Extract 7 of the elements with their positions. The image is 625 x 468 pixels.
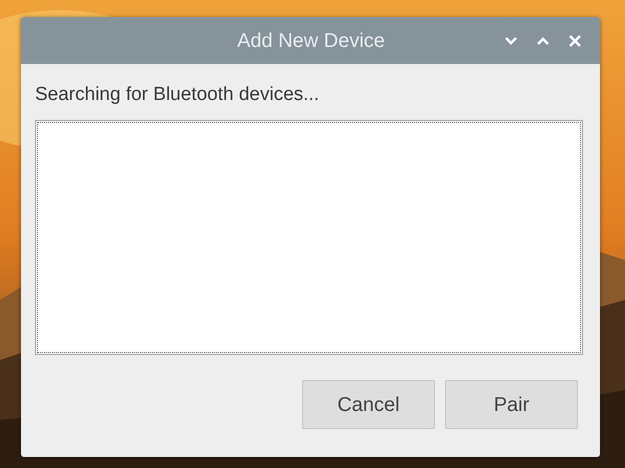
window-title: Add New Device [236, 28, 386, 54]
maximize-icon[interactable] [536, 36, 550, 46]
close-icon[interactable] [568, 34, 582, 48]
dialog-button[interactable]: Pair [445, 380, 578, 429]
dialog-button[interactable]: Cancel [302, 380, 435, 429]
minimize-icon[interactable] [504, 36, 518, 46]
status-message: Searching for Bluetooth devices... [35, 83, 320, 107]
